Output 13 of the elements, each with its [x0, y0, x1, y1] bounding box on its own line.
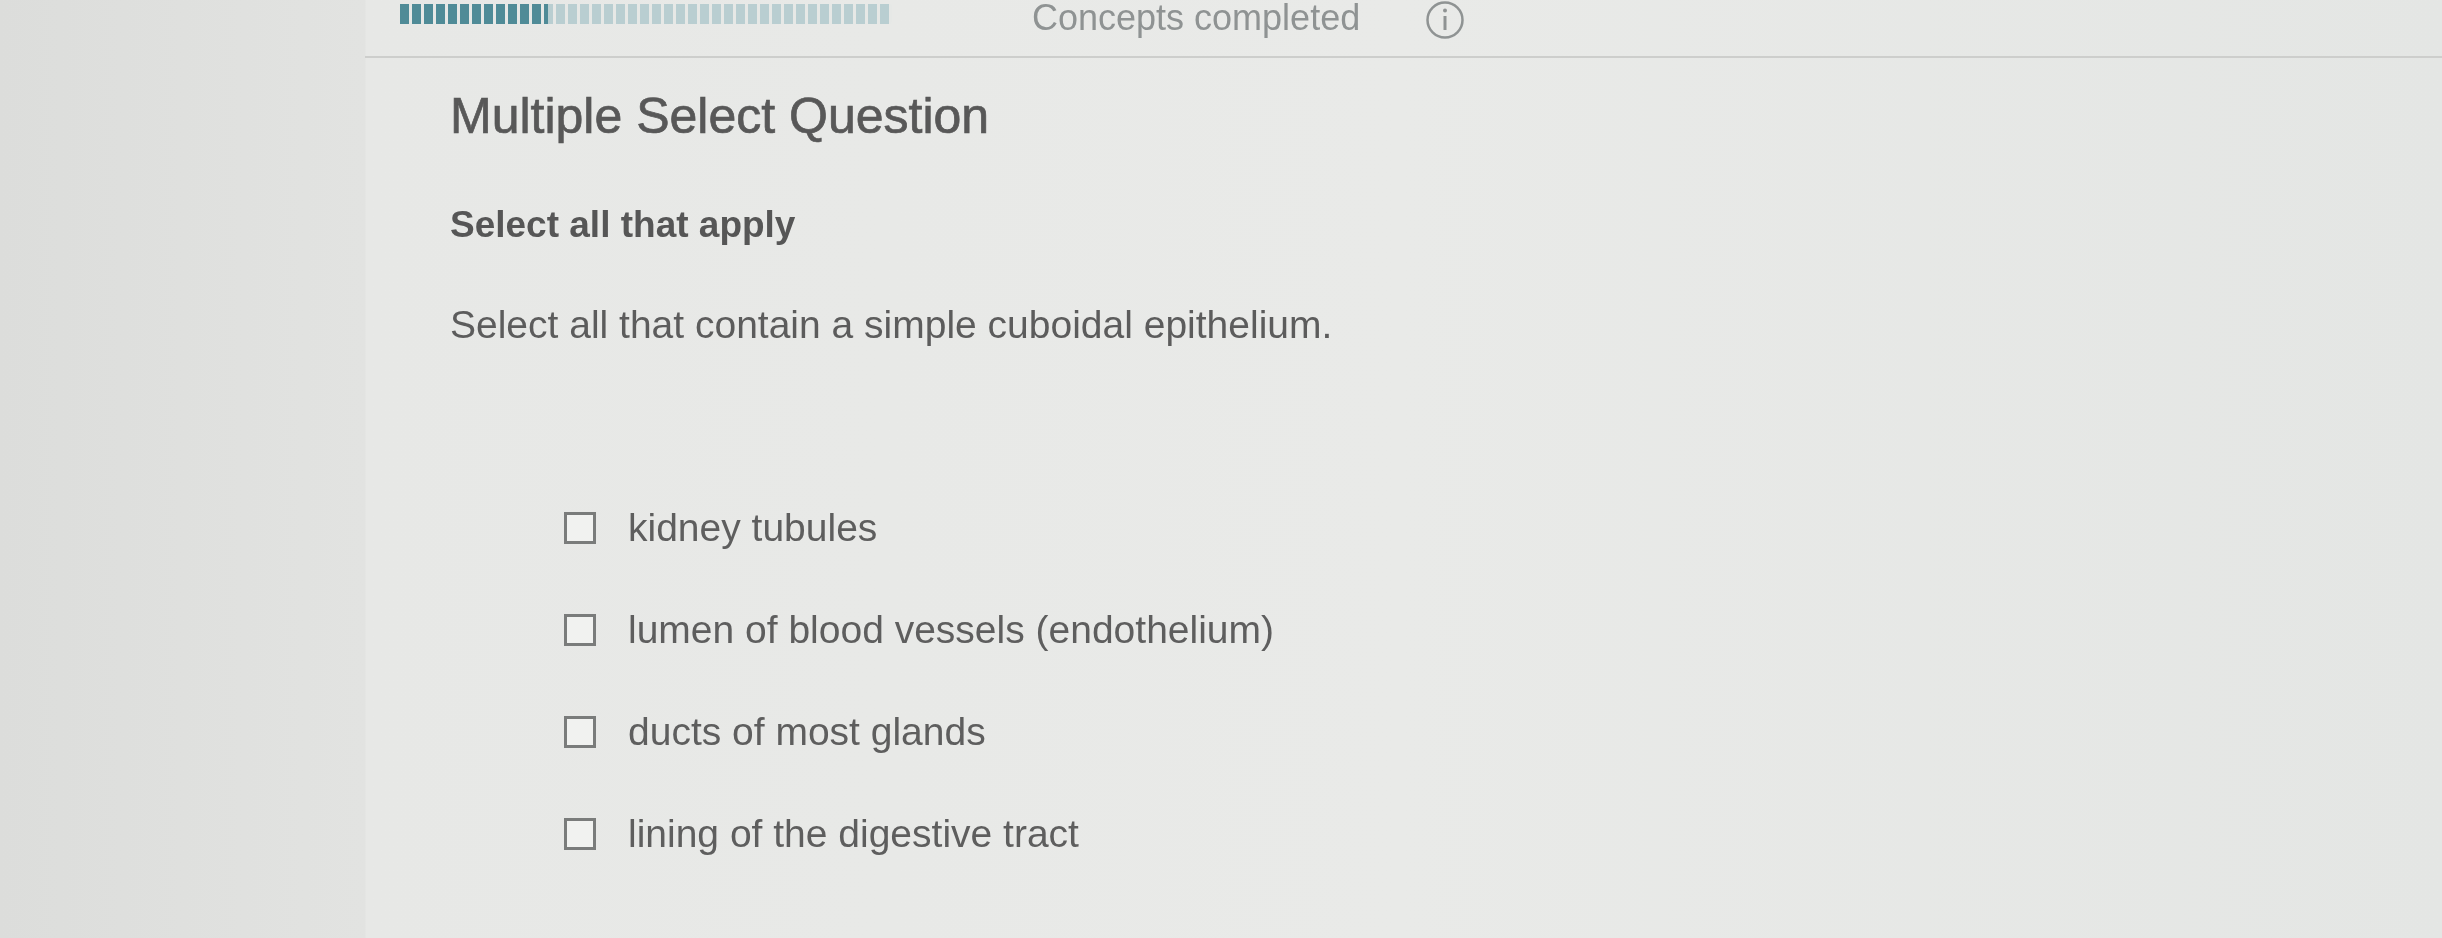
checkbox[interactable] — [564, 512, 596, 544]
checkbox[interactable] — [564, 716, 596, 748]
checkbox[interactable] — [564, 818, 596, 850]
option-label[interactable]: kidney tubules — [628, 505, 878, 551]
option-label[interactable]: lumen of blood vessels (endothelium) — [628, 607, 1274, 653]
info-icon[interactable] — [1426, 1, 1465, 39]
checkbox[interactable] — [564, 614, 596, 646]
question-type-title: Multiple Select Question — [450, 88, 990, 144]
option-label[interactable]: ducts of most glands — [628, 709, 986, 755]
option-label[interactable]: lining of the digestive tract — [628, 811, 1079, 857]
instruction-text: Select all that apply — [450, 203, 796, 247]
question-prompt: Select all that contain a simple cuboidal epithelium. — [450, 303, 1333, 347]
progress-label: Concepts completed — [1032, 0, 1361, 36]
